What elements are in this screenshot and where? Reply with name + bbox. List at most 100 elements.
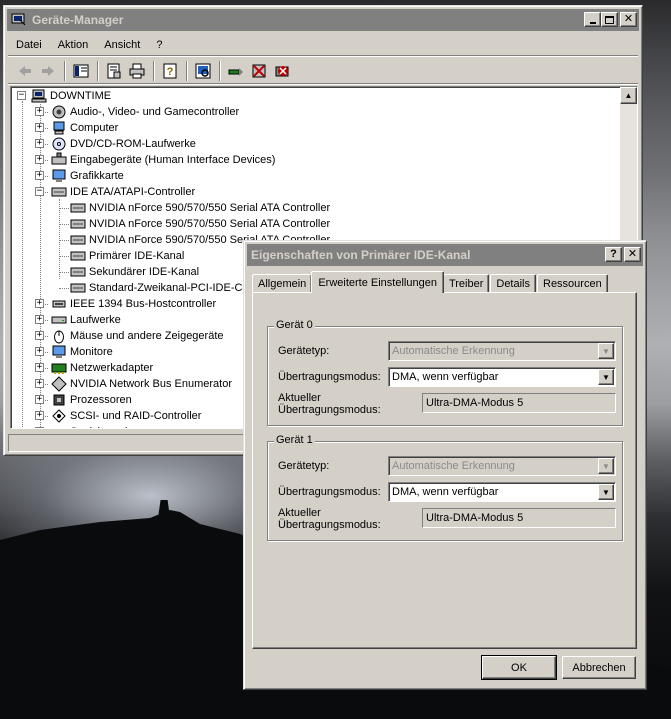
tree-category-item[interactable]: Prozessoren (51, 392, 132, 408)
help-button[interactable]: ? (159, 60, 181, 82)
chevron-down-icon[interactable]: ▼ (598, 369, 614, 385)
tree-category-label: Speichervolumes (70, 426, 154, 428)
category-expander-plus[interactable]: + (35, 107, 44, 116)
scsi-raid-icon (52, 409, 66, 423)
ieee1394-icon (52, 300, 66, 308)
category-expander-plus[interactable]: + (35, 331, 44, 340)
tree-category-item[interactable]: SCSI- und RAID-Controller (51, 408, 201, 424)
device-1-type-dropdown: Automatische Erkennung ▼ (388, 456, 616, 476)
menu-datei[interactable]: Datei (8, 39, 50, 51)
network-adapter-icon (51, 363, 67, 374)
close-button[interactable]: ✕ (620, 12, 637, 27)
tree-guide-line (22, 101, 23, 428)
tree-category-label: Computer (70, 122, 119, 134)
device-1-current-mode-label-line1: Aktueller (278, 507, 321, 519)
chevron-down-icon[interactable]: ▼ (598, 484, 614, 500)
tree-category-label: Eingabegeräte (Human Interface Devices) (70, 154, 276, 166)
disable-device-button[interactable] (248, 60, 270, 82)
cancel-button[interactable]: Abbrechen (562, 656, 636, 679)
category-expander-plus[interactable]: + (35, 379, 44, 388)
device-0-type-value: Automatische Erkennung (392, 345, 515, 357)
menu-help[interactable]: ? (148, 39, 170, 51)
tree-device-item[interactable]: NVIDIA nForce 590/570/550 Serial ATA Con… (70, 200, 330, 216)
tree-guide-line (59, 208, 69, 209)
uninstall-device-button[interactable] (271, 60, 293, 82)
tree-category-item[interactable]: Grafikkarte (51, 168, 124, 184)
tree-category-item[interactable]: Laufwerke (51, 312, 121, 328)
forward-button[interactable] (37, 60, 59, 82)
ok-button[interactable]: OK (481, 655, 557, 680)
scan-hardware-button[interactable] (192, 60, 214, 82)
category-expander-plus[interactable]: + (35, 299, 44, 308)
tab-treiber[interactable]: Treiber (442, 274, 490, 293)
tree-category-item[interactable]: Mäuse und andere Zeigegeräte (51, 328, 224, 344)
category-expander-plus[interactable]: + (35, 123, 44, 132)
storage-volume-icon (51, 424, 67, 428)
minimize-button[interactable] (584, 12, 601, 27)
console-tree-button[interactable] (70, 60, 92, 82)
category-expander-plus[interactable]: + (35, 427, 44, 428)
tree-category-item[interactable]: IDE ATA/ATAPI-Controller (51, 184, 195, 200)
category-expander-plus[interactable]: + (35, 347, 44, 356)
maximize-button[interactable] (601, 12, 618, 27)
tree-category-item[interactable]: Computer (51, 120, 118, 136)
tab-ressourcen[interactable]: Ressourcen (537, 274, 608, 293)
tree-guide-line (59, 199, 60, 279)
device-0-current-mode-value: Ultra-DMA-Modus 5 (422, 393, 616, 413)
tree-category-label: Grafikkarte (70, 170, 124, 182)
category-expander-plus[interactable]: + (35, 139, 44, 148)
device-1-group-title: Gerät 1 (274, 434, 315, 446)
print-button[interactable] (126, 60, 148, 82)
tab-erweiterte-einstellungen[interactable]: Erweiterte Einstellungen (311, 271, 444, 293)
tree-device-label: Primärer IDE-Kanal (89, 250, 185, 262)
device-manager-titlebar[interactable]: Geräte-Manager ✕ (7, 9, 639, 31)
toolbar-separator (97, 60, 99, 81)
ide-controller-icon (70, 219, 86, 229)
root-expander-minus[interactable]: − (17, 91, 26, 100)
category-expander-plus[interactable]: + (35, 363, 44, 372)
tree-root[interactable]: DOWNTIME (31, 88, 111, 104)
uninstall-device-icon (275, 65, 289, 76)
dialog-close-button[interactable]: ✕ (624, 247, 641, 262)
category-expander-plus[interactable]: + (35, 155, 44, 164)
menu-ansicht[interactable]: Ansicht (96, 39, 148, 51)
tree-device-item[interactable]: Primärer IDE-Kanal (70, 248, 184, 264)
disk-drive-icon (51, 316, 67, 324)
properties-titlebar[interactable]: Eigenschaften von Primärer IDE-Kanal ? ✕ (247, 244, 643, 266)
tree-category-item[interactable]: NVIDIA Network Bus Enumerator (51, 376, 232, 392)
update-driver-button[interactable] (225, 60, 247, 82)
category-expander-plus[interactable]: + (35, 395, 44, 404)
context-help-button[interactable]: ? (605, 247, 622, 262)
toolbar-separator (186, 60, 188, 81)
properties-icon (107, 63, 121, 78)
tab-details[interactable]: Details (490, 274, 536, 293)
tree-guide-line (59, 288, 69, 289)
category-expander-plus[interactable]: + (35, 171, 44, 180)
category-expander-plus[interactable]: + (35, 411, 44, 420)
tree-category-item[interactable]: IEEE 1394 Bus-Hostcontroller (51, 296, 216, 312)
tree-category-item[interactable]: Speichervolumes (51, 424, 154, 428)
device-1-transfer-mode-dropdown[interactable]: DMA, wenn verfügbar ▼ (388, 482, 616, 502)
disable-device-icon (252, 64, 266, 77)
tree-device-item[interactable]: NVIDIA nForce 590/570/550 Serial ATA Con… (70, 216, 330, 232)
device-0-transfer-mode-dropdown[interactable]: DMA, wenn verfügbar ▼ (388, 367, 616, 387)
category-expander-plus[interactable]: + (35, 315, 44, 324)
tab-allgemein[interactable]: Allgemein (252, 274, 313, 293)
tree-category-item[interactable]: Eingabegeräte (Human Interface Devices) (51, 152, 275, 168)
device-1-current-mode-value: Ultra-DMA-Modus 5 (422, 508, 616, 528)
properties-title: Eigenschaften von Primärer IDE-Kanal (251, 248, 471, 262)
properties-button[interactable] (103, 60, 125, 82)
menu-aktion[interactable]: Aktion (50, 39, 97, 51)
scroll-up-button[interactable]: ▲ (620, 87, 637, 104)
tree-device-item[interactable]: Standard-Zweikanal-PCI-IDE-Con (70, 280, 255, 296)
tree-category-item[interactable]: Monitore (51, 344, 113, 360)
hid-icon (51, 152, 67, 165)
tree-category-item[interactable]: Netzwerkadapter (51, 360, 153, 376)
back-button[interactable] (14, 60, 36, 82)
category-expander-minus[interactable]: − (35, 187, 44, 196)
tree-category-item[interactable]: DVD/CD-ROM-Laufwerke (51, 136, 196, 152)
tree-category-item[interactable]: Audio-, Video- und Gamecontroller (51, 104, 239, 120)
tree-device-item[interactable]: Sekundärer IDE-Kanal (70, 264, 199, 280)
tree-category-label: IEEE 1394 Bus-Hostcontroller (70, 298, 217, 310)
device-0-current-mode-label-line1: Aktueller (278, 392, 321, 404)
